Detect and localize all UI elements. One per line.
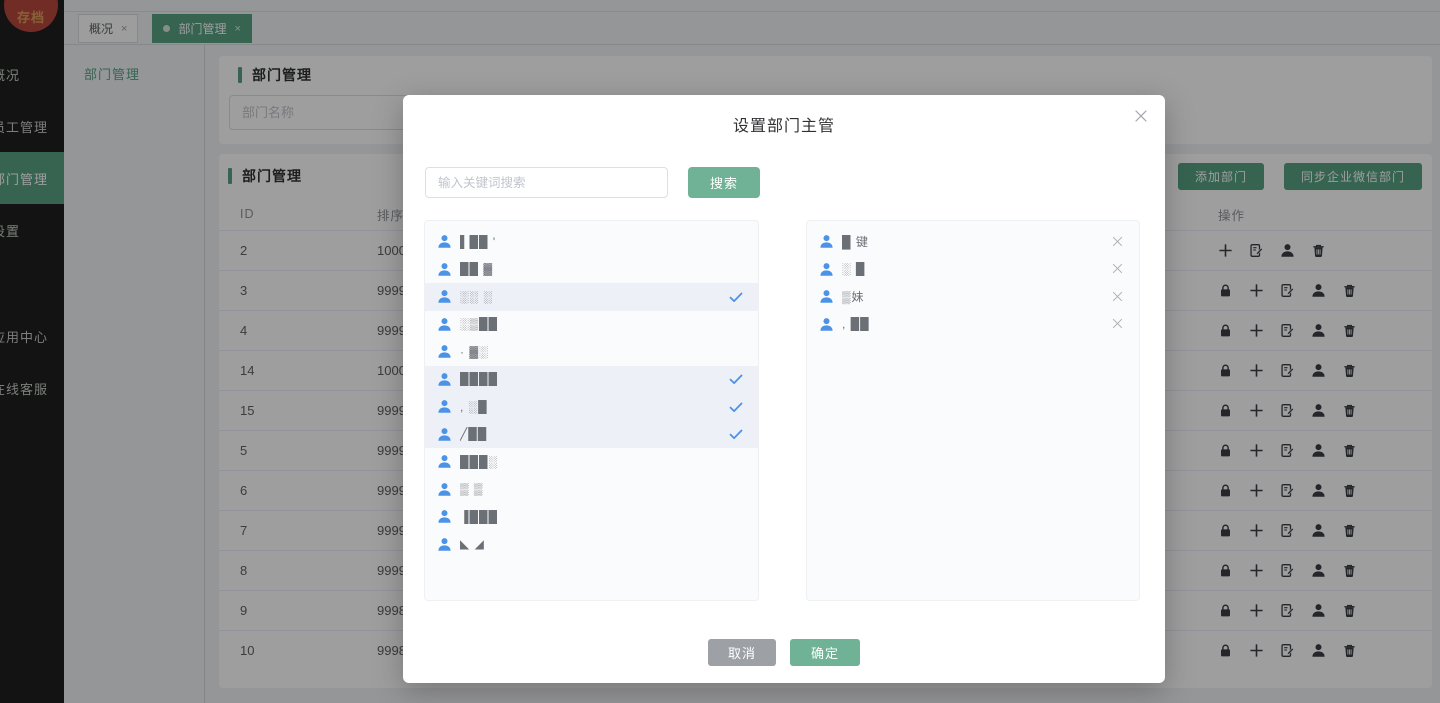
manager-name-masked: , ██ xyxy=(842,317,870,332)
user-icon xyxy=(437,262,452,277)
selected-manager-item: ░ █ xyxy=(807,256,1139,284)
member-item[interactable]: ░░ ░ xyxy=(425,283,758,311)
member-name-masked: ▌██ ' xyxy=(460,234,497,249)
user-icon xyxy=(437,482,452,497)
search-button[interactable]: 搜索 xyxy=(688,167,760,198)
user-icon xyxy=(819,262,834,277)
user-icon xyxy=(437,289,452,304)
member-name-masked: · ▓░ xyxy=(460,344,489,359)
member-name-masked: ██ ▓ xyxy=(460,262,494,277)
user-icon xyxy=(437,234,452,249)
app-screen: 存档 概况员工管理部门管理设置应用中心在线客服 概况×部门管理× 部门管理 部门… xyxy=(0,0,1440,703)
close-icon[interactable] xyxy=(1133,108,1149,124)
member-item[interactable]: ██ ▓ xyxy=(425,256,758,284)
user-icon xyxy=(437,317,452,332)
cancel-button[interactable]: 取消 xyxy=(708,639,776,666)
modal-search-row: 搜索 xyxy=(425,167,1165,198)
member-candidate-list: ▌██ ' ██ ▓ ░░ ░ ░▒██ · ▓░ ████ , ░█ ╱██ ███░ ▒ ▒ ▐… xyxy=(424,220,759,601)
member-item[interactable]: ▒ ▒ xyxy=(425,476,758,504)
member-name-masked: ░░ ░ xyxy=(460,289,493,304)
remove-icon[interactable] xyxy=(1111,317,1125,331)
selected-manager-item: , ██ xyxy=(807,311,1139,339)
user-icon xyxy=(437,372,452,387)
manager-name-masked: ▒妹 xyxy=(842,290,865,305)
check-icon xyxy=(728,371,744,387)
check-icon xyxy=(728,289,744,305)
check-icon xyxy=(728,399,744,415)
member-name-masked: ◣ ◢ xyxy=(460,537,485,552)
keyword-search-input[interactable] xyxy=(425,167,668,198)
member-item[interactable]: ███░ xyxy=(425,448,758,476)
modal-title: 设置部门主管 xyxy=(732,118,835,135)
manager-name-masked: █ 键 xyxy=(842,235,869,250)
user-icon xyxy=(437,509,452,524)
user-icon xyxy=(819,317,834,332)
user-icon xyxy=(819,289,834,304)
remove-icon[interactable] xyxy=(1111,262,1125,276)
member-name-masked: ░▒██ xyxy=(460,317,499,332)
member-item[interactable]: ▌██ ' xyxy=(425,228,758,256)
set-department-manager-modal: 设置部门主管 搜索 ▌██ ' ██ ▓ ░░ ░ ░▒██ · ▓░ ████ , ░█ ╱… xyxy=(403,95,1165,683)
confirm-button[interactable]: 确定 xyxy=(790,639,860,666)
member-item[interactable]: ▐███ xyxy=(425,503,758,531)
user-icon xyxy=(437,344,452,359)
manager-name-masked: ░ █ xyxy=(842,262,866,277)
user-icon xyxy=(819,234,834,249)
member-name-masked: ███░ xyxy=(460,454,499,469)
member-name-masked: ████ xyxy=(460,372,499,387)
check-icon xyxy=(728,426,744,442)
user-icon xyxy=(437,427,452,442)
selected-manager-item: █ 键 xyxy=(807,228,1139,256)
member-name-masked: , ░█ xyxy=(460,399,488,414)
selected-manager-list: █ 键 ░ █ ▒妹 , ██ xyxy=(806,220,1140,601)
modal-body: ▌██ ' ██ ▓ ░░ ░ ░▒██ · ▓░ ████ , ░█ ╱██ ███░ ▒ ▒ ▐… xyxy=(403,220,1165,601)
member-name-masked: ▒ ▒ xyxy=(460,482,484,497)
modal-header: 设置部门主管 xyxy=(403,95,1165,136)
member-item[interactable]: · ▓░ xyxy=(425,338,758,366)
user-icon xyxy=(437,537,452,552)
user-icon xyxy=(437,454,452,469)
member-item[interactable]: ████ xyxy=(425,365,758,393)
member-item[interactable]: ░▒██ xyxy=(425,311,758,339)
remove-icon[interactable] xyxy=(1111,290,1125,304)
member-item[interactable]: ◣ ◢ xyxy=(425,531,758,559)
member-name-masked: ▐███ xyxy=(460,509,499,524)
member-item[interactable]: , ░█ xyxy=(425,393,758,421)
user-icon xyxy=(437,399,452,414)
modal-footer: 取消 确定 xyxy=(403,639,1165,666)
member-name-masked: ╱██ xyxy=(460,427,488,442)
remove-icon[interactable] xyxy=(1111,235,1125,249)
member-item[interactable]: ╱██ xyxy=(425,420,758,448)
selected-manager-item: ▒妹 xyxy=(807,283,1139,311)
